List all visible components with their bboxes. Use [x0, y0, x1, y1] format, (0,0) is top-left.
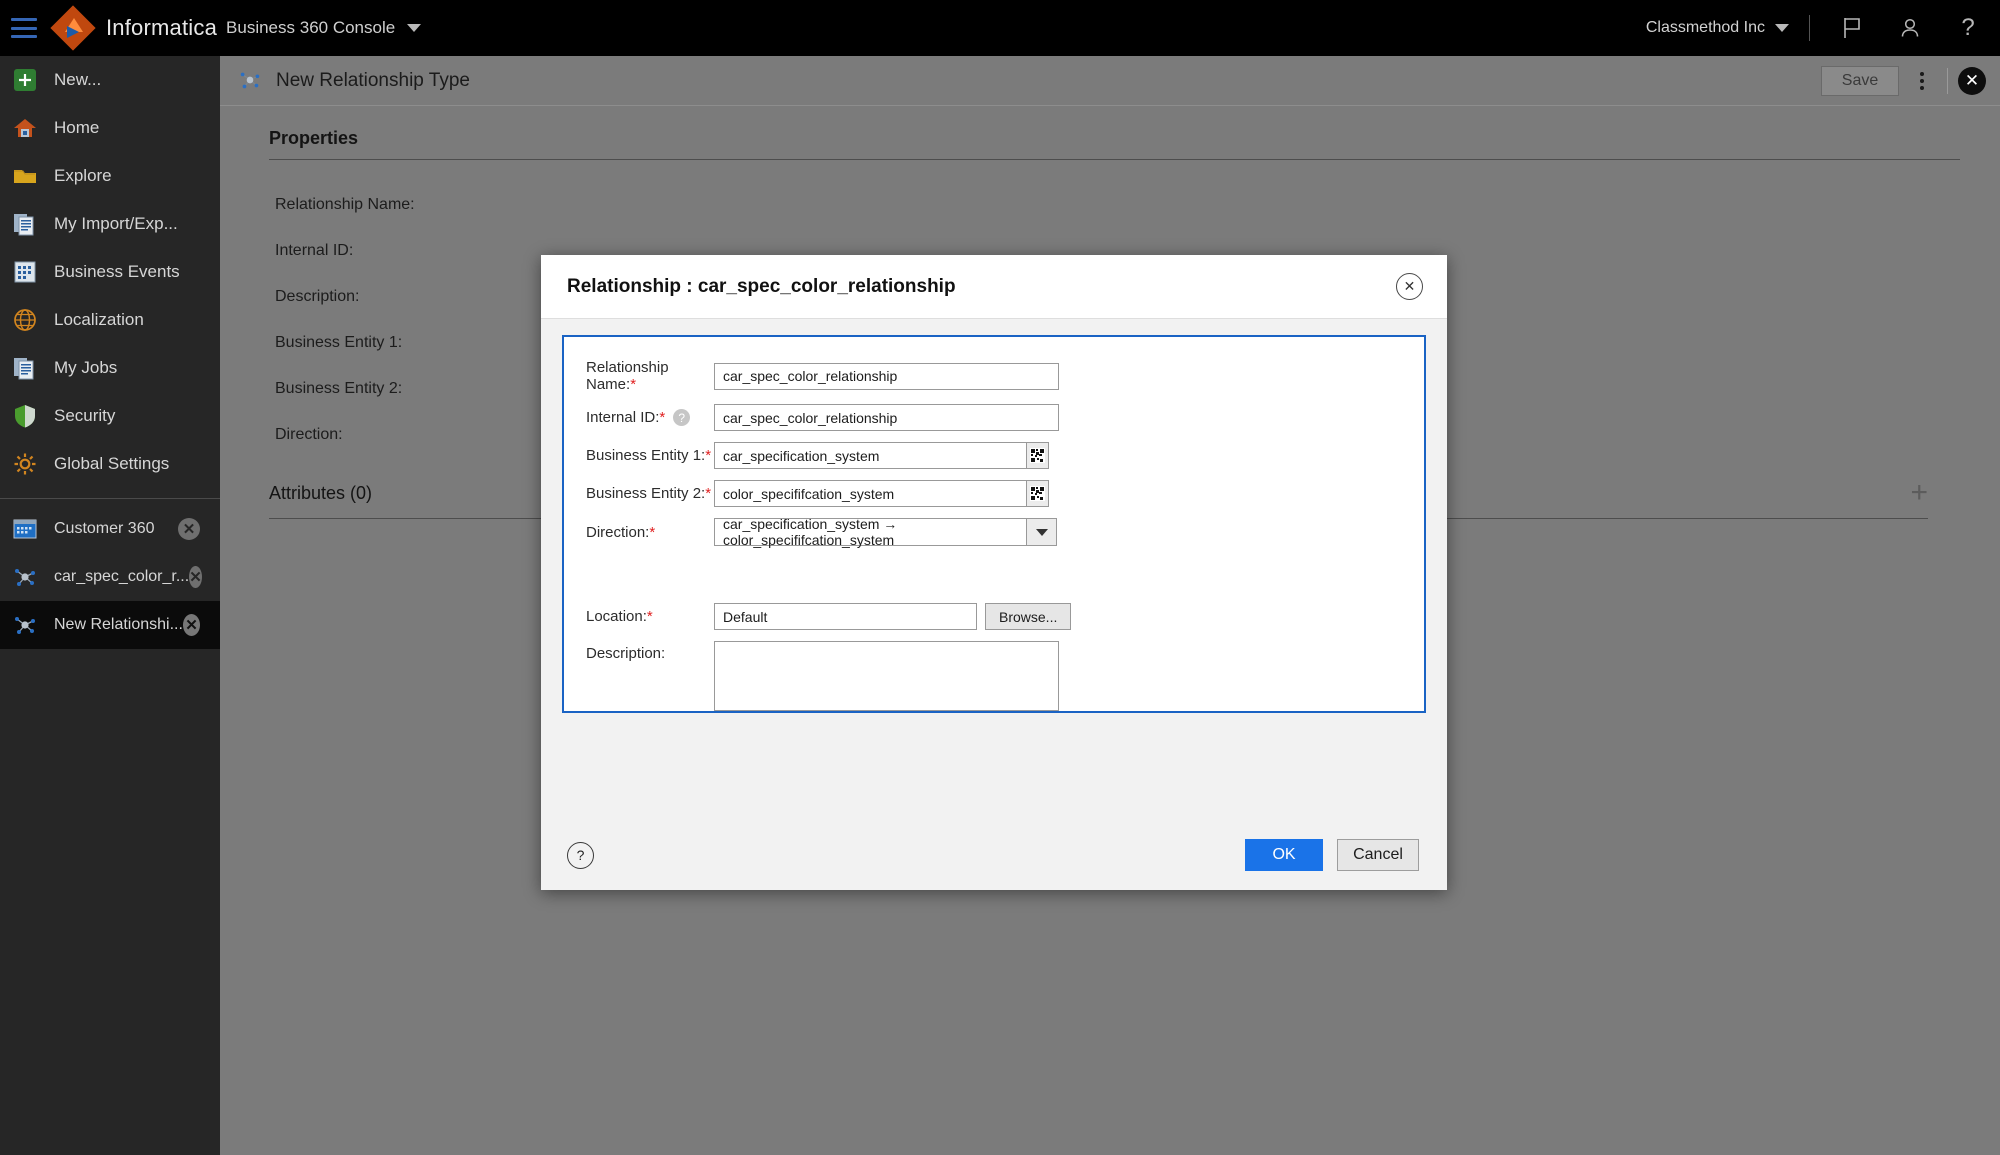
business-entity-1-input[interactable]	[714, 442, 1027, 469]
required-marker: *	[646, 608, 653, 625]
field-internal-id: Internal ID:*?	[564, 404, 1424, 431]
chevron-down-icon[interactable]	[1027, 518, 1057, 546]
required-marker: *	[649, 523, 656, 541]
field-business-entity-1: Business Entity 1:*	[564, 442, 1424, 469]
relationship-dialog: Relationship : car_spec_color_relationsh…	[541, 255, 1447, 890]
question-circle-icon[interactable]: ?	[567, 841, 594, 869]
field-direction: Direction:* car_specification_system → c…	[564, 516, 1424, 548]
cancel-button[interactable]: Cancel	[1337, 839, 1419, 871]
required-marker: *	[705, 485, 712, 502]
business-entity-2-group	[714, 480, 1049, 507]
direction-dropdown[interactable]: car_specification_system → color_specifi…	[714, 516, 1057, 548]
close-icon[interactable]: ✕	[1396, 273, 1423, 300]
relationship-form: Relationship Name:* Internal ID:*? Busin…	[562, 335, 1426, 713]
field-business-entity-2: Business Entity 2:*	[564, 480, 1424, 507]
required-marker: *	[705, 447, 712, 464]
required-marker: *	[659, 408, 666, 426]
business-entity-2-input[interactable]	[714, 480, 1027, 507]
ok-button[interactable]: OK	[1245, 839, 1323, 871]
field-label: Business Entity 2:*	[586, 485, 712, 502]
grid-picker-icon[interactable]	[1027, 480, 1049, 507]
field-description: Description:	[564, 641, 1424, 711]
field-relationship-name: Relationship Name:*	[564, 359, 1424, 393]
form-spacer	[564, 557, 1424, 603]
field-label: Description:	[586, 645, 666, 662]
dialog-header: Relationship : car_spec_color_relationsh…	[541, 255, 1447, 319]
field-label: Relationship Name:*	[586, 359, 669, 393]
field-label: Internal ID:*?	[586, 409, 714, 427]
internal-id-input[interactable]	[714, 404, 1059, 431]
description-textarea[interactable]	[714, 641, 1059, 711]
question-circle-icon[interactable]: ?	[673, 409, 691, 427]
browse-button[interactable]: Browse...	[985, 603, 1072, 630]
field-location: Location:* Browse...	[564, 603, 1424, 630]
direction-selected-value: car_specification_system → color_specifi…	[714, 516, 1027, 548]
required-marker: *	[630, 376, 637, 393]
field-label: Direction:*	[586, 523, 656, 541]
business-entity-1-group	[714, 442, 1049, 469]
field-label: Location:*	[586, 608, 653, 625]
dialog-footer: ? OK Cancel	[541, 820, 1447, 890]
dialog-body: Relationship Name:* Internal ID:*? Busin…	[541, 319, 1447, 820]
field-label: Business Entity 1:*	[586, 447, 712, 464]
location-input[interactable]	[714, 603, 977, 630]
dialog-title: Relationship : car_spec_color_relationsh…	[567, 275, 956, 297]
relationship-name-input[interactable]	[714, 362, 1059, 390]
grid-picker-icon[interactable]	[1027, 442, 1049, 469]
